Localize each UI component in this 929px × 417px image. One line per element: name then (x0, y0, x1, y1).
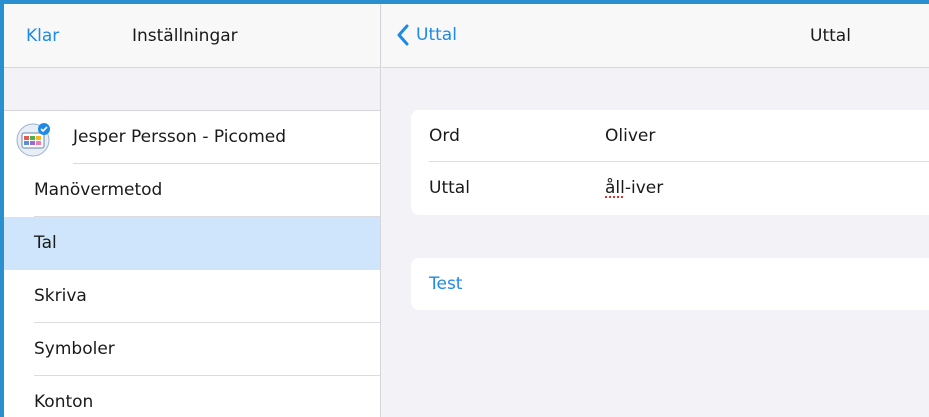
account-row[interactable]: Jesper Persson - Picomed (4, 111, 380, 164)
app-avatar-icon (16, 123, 50, 157)
pronunciation-card: Ord Oliver Uttal åll-iver (411, 110, 929, 215)
sidebar-item-label: Skriva (34, 286, 87, 306)
sidebar-item-label: Manövermetod (34, 180, 163, 200)
back-button[interactable]: Uttal (396, 24, 457, 46)
detail-pane: Uttal Uttal Ord Oliver Uttal åll-iver Te… (382, 4, 929, 417)
word-value[interactable]: Oliver (605, 126, 655, 146)
sidebar-item-skriva[interactable]: Skriva (4, 270, 380, 323)
sidebar-item-tal[interactable]: Tal (4, 217, 380, 270)
sidebar-title: Inställningar (132, 26, 238, 46)
account-name: Jesper Persson - Picomed (73, 127, 287, 147)
app-window: Klar Inställningar Jesper Persson - Pico (0, 0, 929, 417)
sidebar-item-symboler[interactable]: Symboler (4, 323, 380, 376)
page-title: Uttal (810, 26, 851, 46)
detail-navbar: Uttal Uttal (382, 4, 929, 68)
misspelled-word: åll (605, 178, 625, 198)
sidebar-navbar: Klar Inställningar (4, 4, 380, 68)
word-label: Ord (429, 126, 460, 146)
settings-sidebar: Klar Inställningar Jesper Persson - Pico (4, 4, 381, 417)
pronunciation-rest: -iver (624, 178, 664, 198)
settings-list: Jesper Persson - Picomed Manövermetod Ta… (4, 110, 380, 417)
back-label: Uttal (416, 25, 457, 45)
test-button[interactable]: Test (429, 274, 462, 294)
word-row[interactable]: Ord Oliver (411, 110, 929, 162)
pronunciation-label: Uttal (429, 178, 470, 198)
sidebar-item-label: Tal (34, 233, 57, 253)
pronunciation-row[interactable]: Uttal åll-iver (411, 162, 929, 214)
sidebar-item-konton[interactable]: Konton (4, 376, 380, 417)
sidebar-item-label: Konton (34, 392, 94, 412)
chevron-left-icon (397, 24, 409, 46)
sidebar-item-label: Symboler (34, 339, 115, 359)
done-button[interactable]: Klar (26, 26, 59, 46)
sidebar-item-manovermetod[interactable]: Manövermetod (4, 164, 380, 217)
test-card: Test (411, 258, 929, 310)
pronunciation-field[interactable]: åll-iver (605, 178, 663, 198)
